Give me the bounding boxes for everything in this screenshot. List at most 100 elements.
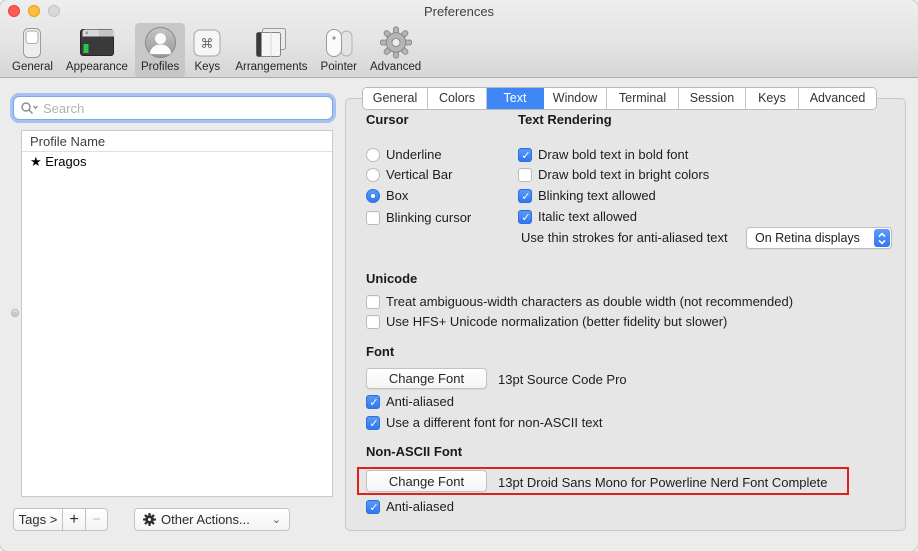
radio-label: Underline bbox=[386, 147, 442, 162]
checkbox-blinking-text[interactable]: Blinking text allowed bbox=[518, 188, 656, 203]
add-profile-button[interactable]: + bbox=[62, 508, 86, 531]
checkbox-icon[interactable] bbox=[518, 148, 532, 162]
thin-strokes-label: Use thin strokes for anti-aliased text bbox=[521, 230, 728, 245]
radio-icon[interactable] bbox=[366, 189, 380, 203]
checkbox-icon[interactable] bbox=[366, 295, 380, 309]
remove-profile-button[interactable]: − bbox=[85, 508, 108, 531]
font-value: 13pt Source Code Pro bbox=[498, 372, 627, 387]
checkbox-label: Use a different font for non-ASCII text bbox=[386, 415, 603, 430]
change-font-button[interactable]: Change Font bbox=[366, 368, 487, 389]
checkbox-label: Blinking cursor bbox=[386, 210, 471, 225]
checkbox-non-ascii-anti-aliased[interactable]: Anti-aliased bbox=[366, 499, 454, 514]
tab-session[interactable]: Session bbox=[679, 88, 746, 109]
profile-list: Profile Name ★ Eragos bbox=[21, 130, 333, 497]
checkbox-hfs-normalization[interactable]: Use HFS+ Unicode normalization (better f… bbox=[366, 314, 727, 329]
other-actions-button[interactable]: Other Actions... ⌄ bbox=[134, 508, 290, 531]
toolbar-item-keys[interactable]: ⌘ Keys bbox=[186, 23, 228, 77]
tab-terminal[interactable]: Terminal bbox=[607, 88, 679, 109]
checkbox-icon[interactable] bbox=[518, 210, 532, 224]
toolbar-item-label: Keys bbox=[195, 61, 221, 73]
checkbox-label: Blinking text allowed bbox=[538, 188, 656, 203]
toolbar-item-label: Profiles bbox=[141, 61, 179, 73]
checkbox-different-non-ascii-font[interactable]: Use a different font for non-ASCII text bbox=[366, 415, 603, 430]
toggle-switch-icon bbox=[20, 26, 44, 59]
tab-window[interactable]: Window bbox=[544, 88, 607, 109]
profile-list-header: Profile Name bbox=[22, 131, 332, 152]
radio-vertical-bar[interactable]: Vertical Bar bbox=[366, 167, 452, 182]
toolbar-item-appearance[interactable]: × Appearance bbox=[60, 23, 134, 77]
change-non-ascii-font-button[interactable]: Change Font bbox=[366, 470, 487, 492]
preferences-window: Preferences General × Appearance Profile… bbox=[0, 0, 918, 551]
non-ascii-font-value: 13pt Droid Sans Mono for Powerline Nerd … bbox=[498, 475, 828, 490]
checkbox-blinking-cursor[interactable]: Blinking cursor bbox=[366, 210, 471, 225]
checkbox-ambiguous-width[interactable]: Treat ambiguous-width characters as doub… bbox=[366, 294, 793, 309]
chevron-down-icon: ⌄ bbox=[272, 513, 281, 526]
checkbox-label: Anti-aliased bbox=[386, 394, 454, 409]
radio-label: Box bbox=[386, 188, 408, 203]
checkbox-icon[interactable] bbox=[366, 315, 380, 329]
dropdown-value: On Retina displays bbox=[747, 231, 874, 245]
radio-underline[interactable]: Underline bbox=[366, 147, 442, 162]
search-input[interactable] bbox=[40, 101, 332, 116]
checkbox-icon[interactable] bbox=[518, 189, 532, 203]
tab-advanced[interactable]: Advanced bbox=[799, 88, 876, 109]
thin-strokes-dropdown[interactable]: On Retina displays bbox=[746, 227, 892, 249]
checkbox-label: Draw bold text in bold font bbox=[538, 147, 688, 162]
radio-label: Vertical Bar bbox=[386, 167, 452, 182]
tab-text[interactable]: Text bbox=[487, 88, 544, 109]
unicode-section-header: Unicode bbox=[366, 271, 417, 286]
tab-keys[interactable]: Keys bbox=[746, 88, 799, 109]
non-ascii-font-section-header: Non-ASCII Font bbox=[366, 444, 462, 459]
toolbar-item-arrangements[interactable]: Arrangements bbox=[229, 23, 313, 77]
toolbar-item-advanced[interactable]: Advanced bbox=[364, 23, 427, 77]
stacked-windows-icon bbox=[253, 26, 289, 59]
mouse-icon bbox=[322, 26, 355, 59]
tab-bar: General Colors Text Window Terminal Sess… bbox=[363, 88, 876, 109]
window-appearance-icon: × bbox=[79, 26, 115, 59]
window-chrome: Preferences General × Appearance Profile… bbox=[0, 0, 918, 78]
svg-text:⌘: ⌘ bbox=[201, 36, 214, 51]
checkbox-icon[interactable] bbox=[366, 416, 380, 430]
cursor-section-header: Cursor bbox=[366, 112, 409, 127]
checkbox-label: Anti-aliased bbox=[386, 499, 454, 514]
svg-text:×: × bbox=[85, 31, 89, 37]
radio-icon[interactable] bbox=[366, 168, 380, 182]
checkbox-icon[interactable] bbox=[366, 211, 380, 225]
toolbar-item-pointer[interactable]: Pointer bbox=[315, 23, 363, 77]
radio-box[interactable]: Box bbox=[366, 188, 408, 203]
tab-general[interactable]: General bbox=[363, 88, 428, 109]
font-section-header: Font bbox=[366, 344, 394, 359]
profile-settings-panel: General Colors Text Window Terminal Sess… bbox=[345, 98, 906, 531]
toolbar-item-profiles[interactable]: Profiles bbox=[135, 23, 185, 77]
person-icon bbox=[144, 26, 177, 59]
checkbox-bright-colors[interactable]: Draw bold text in bright colors bbox=[518, 167, 709, 182]
checkbox-icon[interactable] bbox=[366, 395, 380, 409]
profile-row-eragos[interactable]: ★ Eragos bbox=[22, 152, 332, 171]
tags-button[interactable]: Tags > bbox=[13, 508, 63, 531]
command-key-icon: ⌘ bbox=[192, 26, 222, 59]
toolbar-item-label: General bbox=[12, 61, 53, 73]
toolbar-item-general[interactable]: General bbox=[6, 23, 59, 77]
checkbox-bold-font[interactable]: Draw bold text in bold font bbox=[518, 147, 688, 162]
gear-icon bbox=[379, 26, 413, 59]
titlebar[interactable]: Preferences bbox=[0, 0, 918, 22]
tab-colors[interactable]: Colors bbox=[428, 88, 487, 109]
checkbox-label: Treat ambiguous-width characters as doub… bbox=[386, 294, 793, 309]
checkbox-anti-aliased[interactable]: Anti-aliased bbox=[366, 394, 454, 409]
radio-icon[interactable] bbox=[366, 148, 380, 162]
profile-actions-bar: Tags > + − Other Actions... ⌄ bbox=[13, 508, 290, 531]
text-rendering-section-header: Text Rendering bbox=[518, 112, 612, 127]
gear-icon bbox=[143, 513, 156, 526]
window-edge-grip bbox=[11, 309, 19, 317]
other-actions-label: Other Actions... bbox=[161, 512, 250, 527]
toolbar: General × Appearance Profiles ⌘ Keys bbox=[6, 23, 428, 77]
toolbar-item-label: Pointer bbox=[321, 61, 357, 73]
checkbox-label: Draw bold text in bright colors bbox=[538, 167, 709, 182]
search-field[interactable] bbox=[13, 96, 333, 120]
checkbox-icon[interactable] bbox=[518, 168, 532, 182]
checkbox-italic-text[interactable]: Italic text allowed bbox=[518, 209, 637, 224]
checkbox-label: Italic text allowed bbox=[538, 209, 637, 224]
toolbar-item-label: Appearance bbox=[66, 61, 128, 73]
checkbox-icon[interactable] bbox=[366, 500, 380, 514]
toolbar-item-label: Arrangements bbox=[235, 61, 307, 73]
